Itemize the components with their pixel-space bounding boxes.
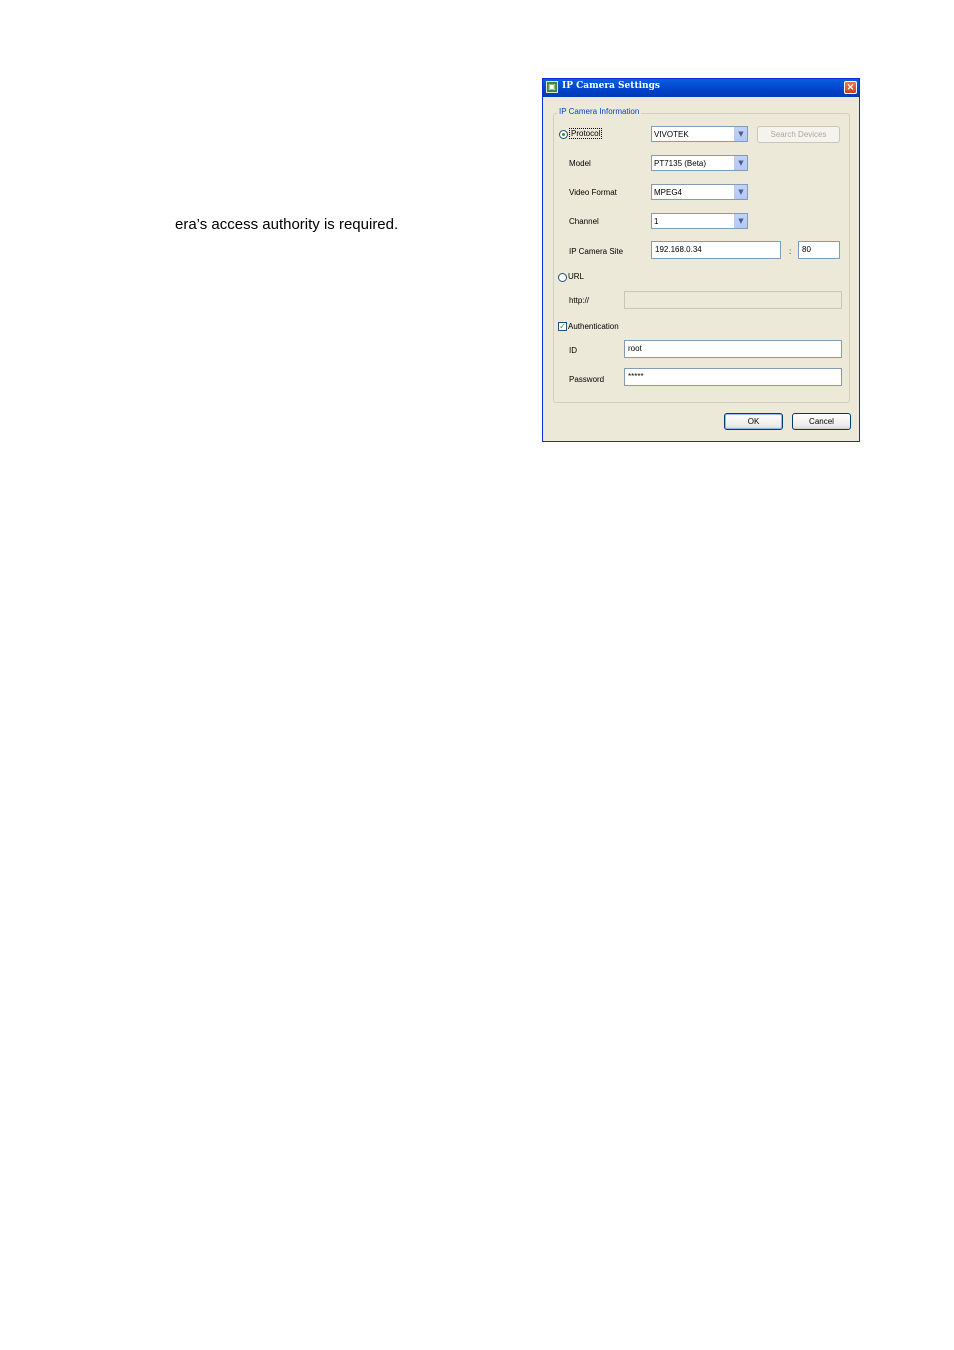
ip-camera-site-label: IP Camera Site (569, 247, 624, 256)
port-input[interactable]: 80 (798, 241, 840, 259)
url-label[interactable]: URL (568, 272, 584, 281)
url-input[interactable] (624, 291, 842, 309)
chevron-down-icon[interactable]: ▼ (734, 127, 747, 141)
title-bar[interactable]: ▣ IP Camera Settings × (543, 79, 859, 97)
video-format-label: Video Format (569, 188, 617, 197)
channel-label: Channel (569, 217, 599, 226)
page: era’s access authority is required. ▣ IP… (0, 0, 954, 1350)
password-input[interactable]: ***** (624, 368, 842, 386)
ok-button[interactable]: OK (724, 413, 783, 430)
check-icon: ✓ (559, 322, 566, 331)
model-label: Model (569, 159, 591, 168)
search-devices-button[interactable]: Search Devices (757, 126, 840, 143)
group-title: IP Camera Information (557, 107, 642, 116)
password-label: Password (569, 375, 605, 384)
authentication-label[interactable]: Authentication (568, 322, 619, 331)
video-format-select[interactable]: MPEG4 ▼ (651, 184, 748, 200)
camera-settings-icon: ▣ (546, 81, 558, 93)
chevron-down-icon[interactable]: ▼ (734, 185, 747, 199)
protocol-select[interactable]: VIVOTEK ▼ (651, 126, 748, 142)
chevron-down-icon[interactable]: ▼ (734, 156, 747, 170)
chevron-down-icon[interactable]: ▼ (734, 214, 747, 228)
dialog-title: IP Camera Settings (562, 81, 660, 91)
ip-address-input[interactable]: 192.168.0.34 (651, 241, 781, 259)
authentication-checkbox[interactable]: ✓ (558, 322, 567, 331)
protocol-radio[interactable] (559, 130, 568, 139)
model-select[interactable]: PT7135 (Beta) ▼ (651, 155, 748, 171)
channel-select[interactable]: 1 ▼ (651, 213, 748, 229)
close-icon: × (846, 82, 855, 93)
http-prefix-label: http:// (569, 296, 590, 305)
id-input[interactable]: root (624, 340, 842, 358)
ip-camera-settings-dialog: ▣ IP Camera Settings × IP Camera Informa… (542, 78, 860, 442)
protocol-label[interactable]: Protocol (569, 128, 603, 139)
port-separator: : (789, 247, 792, 256)
body-text: era’s access authority is required. (175, 216, 399, 233)
url-radio[interactable] (558, 273, 567, 282)
close-button[interactable]: × (844, 81, 857, 94)
cancel-button[interactable]: Cancel (792, 413, 851, 430)
id-label: ID (569, 346, 577, 355)
